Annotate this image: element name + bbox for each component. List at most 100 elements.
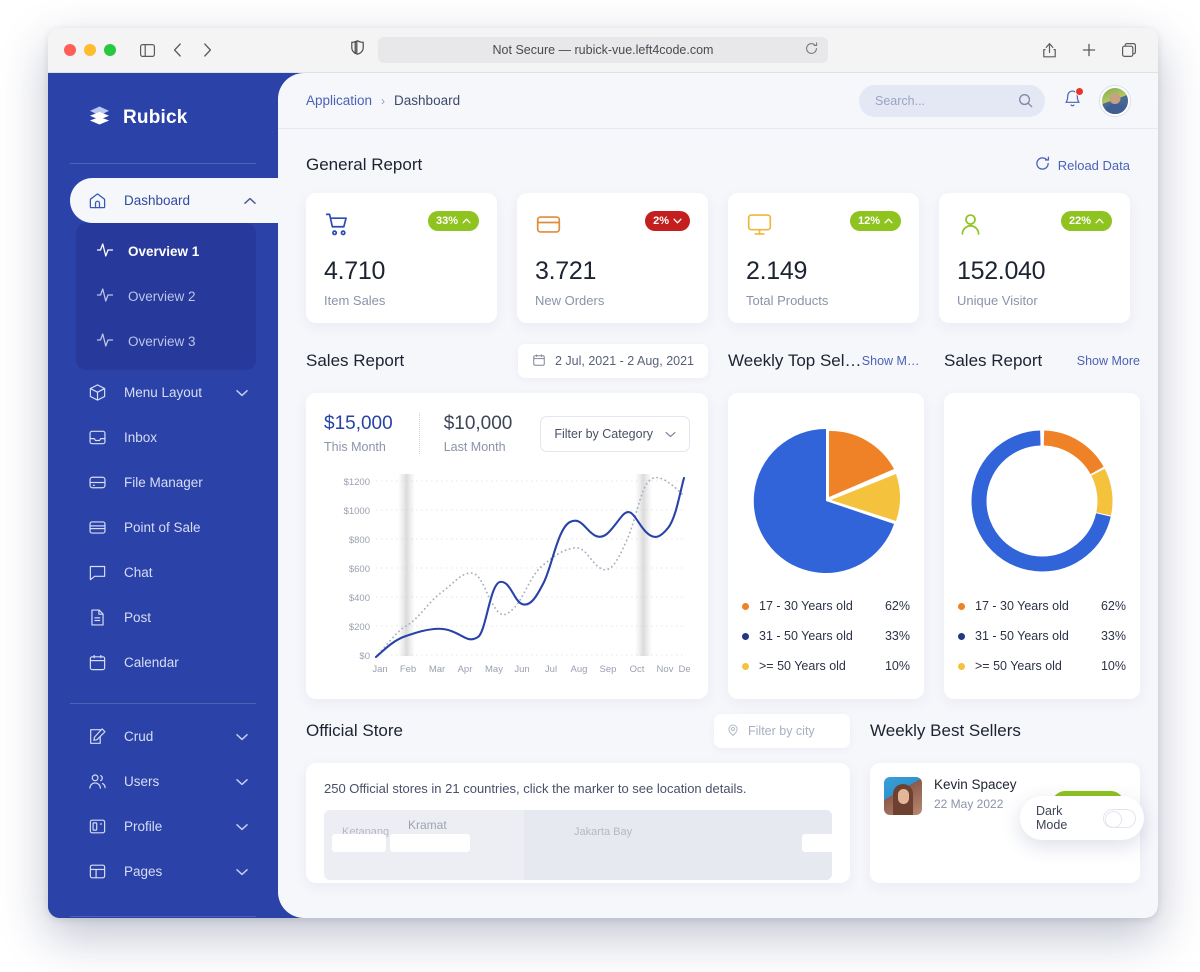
sidebar-item-dashboard[interactable]: Dashboard [70,178,278,223]
svg-text:May: May [485,664,503,675]
sidebar-item-crud[interactable]: Crud [48,714,278,759]
weekly-top-sellers-title: Weekly Top Sell... [728,351,862,370]
map-chip [802,834,832,852]
stat-label: Item Sales [324,293,386,308]
svg-text:Sep: Sep [600,664,617,675]
dark-mode-switch[interactable] [1102,808,1136,828]
url-bar[interactable]: Not Secure — rubick-vue.left4code.com [378,37,828,63]
stat-value: 4.710 [324,257,386,285]
sales-report-donut-header: Sales Report Show More [944,329,1140,393]
filter-by-city-input[interactable]: Filter by city [714,714,850,748]
sidebar-item-pages[interactable]: Pages [48,849,278,894]
legend-color-dot [742,602,749,610]
reload-page-icon[interactable] [805,42,818,58]
svg-text:Jul: Jul [545,664,557,675]
legend-value: 10% [1100,659,1126,673]
sidebar-item-label: Point of Sale [124,520,201,535]
date-range-value: 2 Jul, 2021 - 2 Aug, 2021 [555,354,694,368]
svg-text:$0: $0 [359,651,370,662]
new-tab-plus-icon[interactable] [1076,37,1102,63]
share-icon[interactable] [1036,37,1062,63]
search-box[interactable] [859,84,1045,117]
stat-card-new-orders[interactable]: 2% 3.721 New Orders [517,193,708,323]
user-avatar[interactable] [1100,85,1130,116]
dark-mode-label: Dark Mode [1036,804,1068,832]
sales-report-donut-panel: 17 - 30 Years old 62% 31 - 50 Years old … [944,393,1140,699]
maximize-window-button[interactable] [104,44,116,56]
privacy-shield-icon[interactable] [351,40,364,60]
card-icon [88,518,110,537]
svg-text:Feb: Feb [400,664,416,675]
map-water-area [524,810,832,880]
reload-data-button[interactable]: Reload Data [1035,156,1130,174]
map-label: Kramat [408,818,447,832]
stat-card-item-sales[interactable]: 33% 4.710 Item Sales [306,193,497,323]
this-month-amount: $15,000 [324,413,393,434]
stat-card-unique-visitor[interactable]: 22% 152.040 Unique Visitor [939,193,1130,323]
highlight-band-nov [635,474,652,656]
show-tabs-icon[interactable] [1116,37,1142,63]
chat-icon [88,563,110,582]
stat-card-total-products[interactable]: 12% 2.149 Total Products [728,193,919,323]
seller-info: Kevin Spacey 22 May 2022 [934,777,1017,811]
donut-legend: 17 - 30 Years old 62% 31 - 50 Years old … [958,591,1126,681]
sidebar-item-label: Inbox [124,430,158,445]
svg-text:$600: $600 [349,564,370,575]
sidebar-item-inbox[interactable]: Inbox [48,415,278,460]
search-input[interactable] [875,93,1015,108]
sidebar-toggle-icon[interactable] [134,37,160,63]
close-window-button[interactable] [64,44,76,56]
svg-text:Aug: Aug [571,664,588,675]
legend-label: 31 - 50 Years old [759,629,853,643]
dark-mode-toggle[interactable]: Dark Mode [1020,796,1144,840]
legend-color-dot [742,632,749,640]
minimize-window-button[interactable] [84,44,96,56]
back-arrow-icon[interactable] [164,37,190,63]
chevron-down-icon [236,389,248,397]
forward-arrow-icon[interactable] [194,37,220,63]
sidebar-subitem-label: Overview 2 [128,289,196,304]
sales-report-donut-title: Sales Report [944,351,1043,370]
store-map[interactable]: Ketapang Kramat Jakarta Bay [324,810,832,880]
line-chart-svg: $1200 $1000 $800 $600 $400 $200 $0 Jan F… [344,474,696,675]
legend-item: 31 - 50 Years old 33% [742,621,910,651]
sidebar-item-point-of-sale[interactable]: Point of Sale [48,505,278,550]
content-area: Application › Dashboard Search... Genera… [278,73,1158,918]
show-more-link[interactable]: Show More [1077,354,1140,368]
stat-value: 152.040 [957,257,1046,285]
sidebar-item-file-manager[interactable]: File Manager [48,460,278,505]
breadcrumb-application[interactable]: Application [306,93,372,108]
brand-name: Rubick [123,107,188,128]
filter-by-category-select[interactable]: Filter by Category [540,415,690,452]
sidebar-item-post[interactable]: Post [48,595,278,640]
show-more-link[interactable]: Show Mo... [862,354,924,368]
brand-logo[interactable]: Rubick [48,95,278,141]
legend-item: >= 50 Years old 10% [742,651,910,681]
sidebar-item-menu-layout[interactable]: Menu Layout [48,370,278,415]
sidebar-item-label: Post [124,610,152,625]
chevron-down-icon [236,778,248,786]
cube-icon [88,383,110,402]
refresh-icon [1035,156,1050,174]
sidebar-item-label: Users [124,774,160,789]
sidebar-item-calendar[interactable]: Calendar [48,640,278,685]
pie-chart-holder [742,411,910,591]
notifications-button[interactable] [1063,86,1084,113]
reload-data-label: Reload Data [1057,157,1130,173]
map-pin-icon [726,723,740,740]
legend-value: 62% [884,599,910,613]
sidebar-subitem-label: Overview 1 [128,244,200,259]
sidebar-subitem-overview-2[interactable]: Overview 2 [76,274,256,319]
dashboard-scroll-area[interactable]: General Report Reload Data 33% 4.710 Ite… [278,129,1158,918]
sidebar-item-chat[interactable]: Chat [48,550,278,595]
search-icon[interactable] [1018,93,1033,108]
sidebar-item-profile[interactable]: Profile [48,804,278,849]
svg-text:Mar: Mar [429,664,445,675]
sidebar-subitem-overview-1[interactable]: Overview 1 [76,229,256,274]
legend-label: 31 - 50 Years old [975,629,1069,643]
sidebar-item-users[interactable]: Users [48,759,278,804]
date-range-picker[interactable]: 2 Jul, 2021 - 2 Aug, 2021 [518,344,708,378]
stat-label: Unique Visitor [957,293,1038,308]
sidebar-subitem-overview-3[interactable]: Overview 3 [76,319,256,364]
sidebar-item-label: Dashboard [124,193,191,208]
